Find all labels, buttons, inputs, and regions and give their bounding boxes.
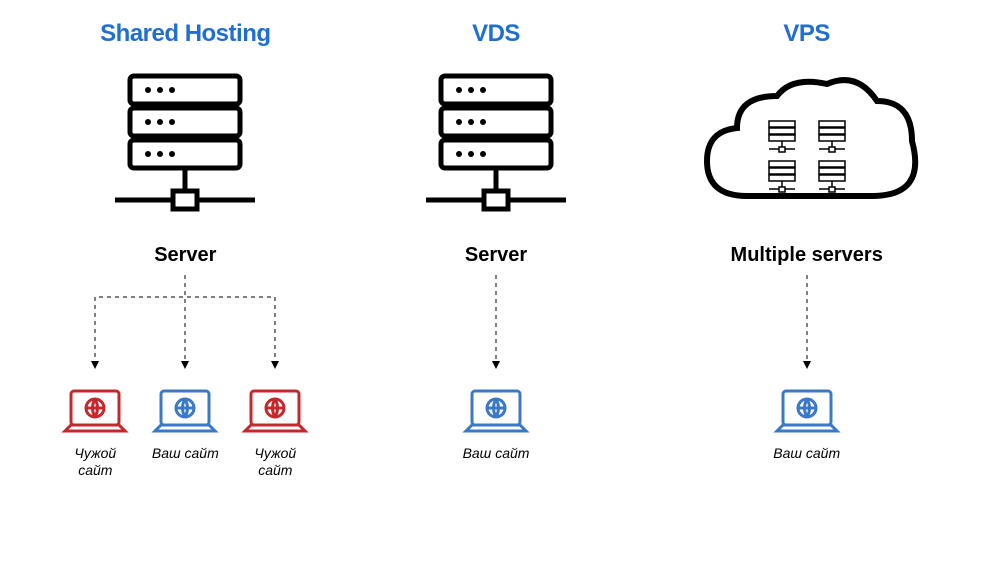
cloud-servers-icon [687, 66, 927, 236]
column-vds: VDS Server [341, 20, 652, 479]
column-vps: VPS [651, 20, 962, 479]
arrow-vds [446, 267, 546, 387]
laptop-yours-vds: Ваш сайт [460, 387, 532, 462]
laptop-row-shared: Чужой сайт Ваш сайт [59, 387, 311, 479]
title-vds: VDS [472, 20, 520, 48]
laptop-icon [239, 387, 311, 439]
laptop-icon [460, 387, 532, 439]
laptop-icon [59, 387, 131, 439]
server-label-vds: Server [465, 244, 527, 267]
laptop-icon [149, 387, 221, 439]
arrows-shared [55, 267, 315, 387]
server-label-vps: Multiple servers [731, 244, 883, 267]
site-label-foreign-1: Чужой сайт [74, 445, 116, 479]
column-shared-hosting: Shared Hosting Server [30, 20, 341, 479]
site-label-yours-vps: Ваш сайт [773, 445, 840, 462]
server-icon [100, 66, 270, 236]
laptop-icon [771, 387, 843, 439]
laptop-foreign-2: Чужой сайт [239, 387, 311, 479]
server-label-shared: Server [154, 244, 216, 267]
site-label-foreign-2: Чужой сайт [254, 445, 296, 479]
server-icon [411, 66, 581, 236]
arrow-vps [757, 267, 857, 387]
laptop-foreign-1: Чужой сайт [59, 387, 131, 479]
site-label-yours-vds: Ваш сайт [463, 445, 530, 462]
title-vps: VPS [783, 20, 830, 48]
laptop-yours-shared: Ваш сайт [149, 387, 221, 479]
title-shared: Shared Hosting [100, 20, 270, 48]
site-label-yours-shared: Ваш сайт [152, 445, 219, 462]
laptop-yours-vps: Ваш сайт [771, 387, 843, 462]
